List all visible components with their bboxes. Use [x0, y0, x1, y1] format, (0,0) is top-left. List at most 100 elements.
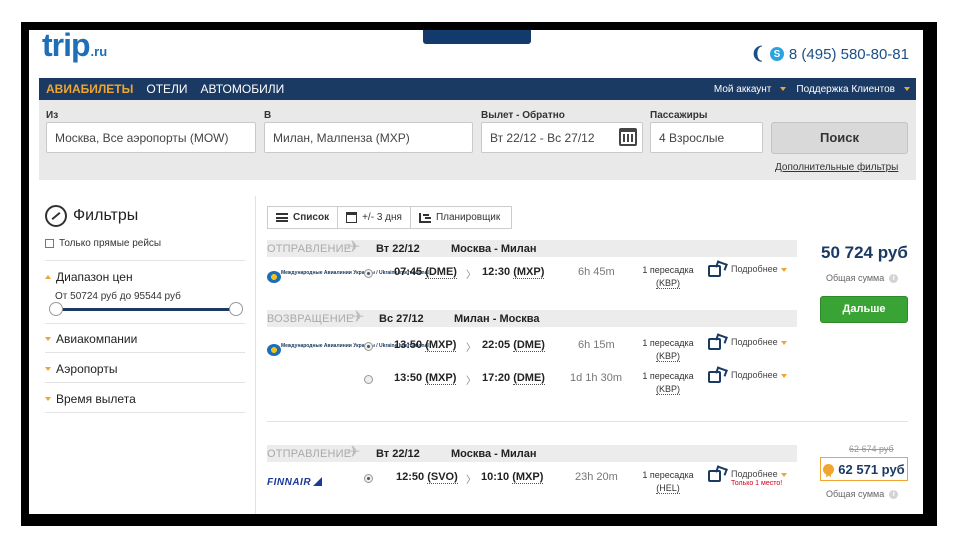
- direct-only-filter[interactable]: Только прямые рейсы: [45, 238, 161, 249]
- support-menu[interactable]: Поддержка Клиентов: [796, 84, 910, 95]
- account-menu[interactable]: Мой аккаунт: [714, 84, 787, 95]
- calendar-icon: [346, 212, 358, 223]
- flight-radio[interactable]: [364, 342, 373, 351]
- flight-row[interactable]: 13:50 (MXP) 〉 17:20 (DME) 1d 1h 30m 1 пе…: [267, 370, 797, 402]
- continue-button[interactable]: Дальше: [820, 296, 908, 323]
- nav-item-flights[interactable]: АВИАБИЛЕТЫ: [46, 82, 133, 96]
- more-filters-link[interactable]: Дополнительные фильтры: [775, 162, 898, 173]
- to-input[interactable]: Милан, Малпенза (MXP): [264, 122, 473, 153]
- result-divider: [267, 421, 908, 422]
- direct-only-checkbox[interactable]: [45, 239, 54, 248]
- baggage-icon: [708, 265, 721, 277]
- flight-row[interactable]: Международные Авиалинии Украины / Ukrain…: [267, 264, 797, 296]
- arr-code: (DME): [513, 372, 545, 385]
- phone-contact[interactable]: ❨ S 8 (495) 580-80-81: [751, 44, 909, 64]
- details-link[interactable]: Подробнее: [731, 337, 787, 347]
- site-logo[interactable]: trip.ru: [42, 30, 107, 66]
- dates-label: Вылет - Обратно: [481, 110, 565, 121]
- logo-text: trip: [42, 30, 91, 63]
- chevron-down-icon: [780, 340, 787, 345]
- chevron-down-icon: [780, 472, 787, 477]
- outbound-header: ОТПРАВЛЕНИЕ ✈ Вт 22/12 Москва - Милан: [267, 240, 797, 257]
- direction-label: ВОЗВРАЩЕНИЕ: [267, 313, 354, 325]
- view-list-button[interactable]: Список: [268, 207, 339, 228]
- baggage-icon: [708, 338, 721, 350]
- view-flex-button[interactable]: +/- 3 дня: [338, 207, 411, 228]
- view-planner-button[interactable]: Планировщик: [411, 207, 508, 228]
- divider: [45, 412, 245, 413]
- dep-time: 13:50: [394, 339, 423, 351]
- flight-row[interactable]: Международные Авиалинии Украины / Ukrain…: [267, 337, 797, 369]
- leg-route: Милан - Москва: [454, 313, 540, 325]
- from-input[interactable]: Москва, Все аэропорты (MOW): [46, 122, 256, 153]
- leg-date: Вт 22/12: [376, 448, 420, 460]
- arr-time: 10:10: [481, 471, 510, 483]
- uia-emblem-icon: [267, 344, 281, 356]
- leg-date: Вс 27/12: [379, 313, 424, 325]
- divider: [45, 260, 245, 261]
- divider: [45, 382, 245, 383]
- support-label: Поддержка Клиентов: [796, 83, 895, 95]
- uia-emblem-icon: [267, 271, 281, 283]
- details-link[interactable]: Подробнее: [731, 469, 787, 479]
- airlines-toggle[interactable]: Авиакомпании: [45, 332, 137, 346]
- details-link[interactable]: Подробнее: [731, 370, 787, 380]
- logo-suffix: .ru: [90, 44, 108, 59]
- chevron-right-icon: 〉: [466, 270, 476, 281]
- arrival-time: 12:30 (MXP): [482, 266, 545, 279]
- plane-icon: ✈: [347, 444, 361, 461]
- price-max-handle[interactable]: [229, 302, 243, 316]
- phone-number: 8 (495) 580-80-81: [788, 45, 909, 63]
- airports-toggle[interactable]: Аэропорты: [45, 362, 117, 376]
- price-slider[interactable]: [49, 302, 243, 316]
- flight-radio[interactable]: [364, 474, 373, 483]
- result-price: 50 724 руб: [821, 243, 908, 262]
- dates-input[interactable]: Вт 22/12 - Вс 27/12: [481, 122, 643, 153]
- departure-time-toggle[interactable]: Время вылета: [45, 392, 136, 406]
- arr-time: 12:30: [482, 266, 511, 278]
- details-link[interactable]: Подробнее: [731, 264, 787, 274]
- duration: 6h 45m: [578, 266, 615, 278]
- stops-text: 1 пересадка: [642, 265, 694, 275]
- medal-icon: [823, 463, 835, 475]
- main-nav: АВИАБИЛЕТЫ ОТЕЛИ АВТОМОБИЛИ Мой аккаунт …: [39, 78, 916, 100]
- passengers-input[interactable]: 4 Взрослые: [650, 122, 763, 153]
- airline-logo: Международные Авиалинии Украины / Ukrain…: [267, 343, 429, 359]
- info-icon[interactable]: i: [889, 489, 899, 499]
- chevron-up-icon: [45, 275, 51, 279]
- plane-icon: ✈: [347, 239, 361, 256]
- baggage-icon: [708, 371, 721, 383]
- stops: 1 пересадка (KBP): [633, 264, 703, 290]
- flight-row[interactable]: FINNAIR 12:50 (SVO) 〉 10:10 (MXP) 23h 20…: [267, 469, 797, 501]
- search-button[interactable]: Поиск: [771, 122, 908, 154]
- from-label: Из: [46, 110, 59, 121]
- nav-item-hotels[interactable]: ОТЕЛИ: [146, 82, 187, 96]
- price-range-toggle[interactable]: Диапазон цен: [45, 270, 133, 284]
- seats-left-warning: Только 1 место!: [731, 480, 783, 487]
- chevron-down-icon: [45, 367, 51, 371]
- chevron-down-icon: [780, 373, 787, 378]
- filter-icon: [45, 205, 67, 227]
- nav-item-cars[interactable]: АВТОМОБИЛИ: [201, 82, 285, 96]
- old-price: 62 674 руб: [849, 444, 894, 454]
- search-bar: Из Москва, Все аэропорты (MOW) В Милан, …: [39, 100, 916, 180]
- view-switcher: Список +/- 3 дня Планировщик: [267, 206, 512, 229]
- flight-radio[interactable]: [364, 269, 373, 278]
- flight-radio[interactable]: [364, 375, 373, 384]
- planner-icon: [418, 212, 431, 223]
- chevron-right-icon: 〉: [466, 376, 476, 387]
- dep-time: 12:50: [396, 471, 425, 483]
- price-range-title: Диапазон цен: [56, 270, 133, 284]
- passengers-value: 4 Взрослые: [659, 131, 725, 145]
- stops-text: 1 пересадка: [642, 371, 694, 381]
- info-icon[interactable]: i: [889, 273, 899, 283]
- chevron-right-icon: 〉: [466, 343, 476, 354]
- price-min-handle[interactable]: [49, 302, 63, 316]
- direction-label: ОТПРАВЛЕНИЕ: [267, 243, 352, 255]
- arrival-time: 17:20 (DME): [482, 372, 545, 385]
- arrival-time: 22:05 (DME): [482, 339, 545, 352]
- to-label: В: [264, 110, 272, 121]
- passengers-label: Пассажиры: [650, 110, 708, 121]
- calendar-icon[interactable]: [619, 128, 637, 146]
- dep-time: 07:45: [394, 266, 423, 278]
